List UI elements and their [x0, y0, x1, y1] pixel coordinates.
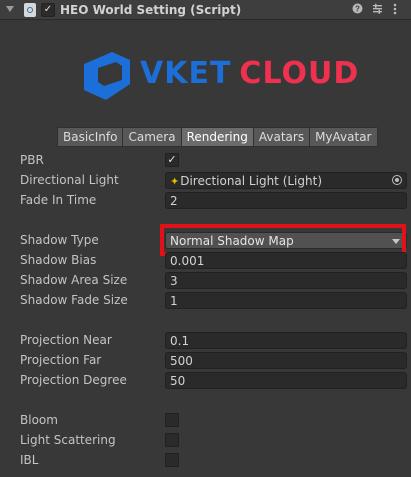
component-header: ✓ HEO World Setting (Script) ?	[0, 0, 411, 20]
fade-in-time-row: Fade In Time 2	[20, 191, 407, 211]
projection-near-label: Projection Near	[20, 333, 112, 347]
projection-far-input[interactable]: 500	[165, 352, 407, 369]
bloom-row: Bloom	[20, 411, 405, 431]
directional-light-object-field[interactable]: ✦Directional Light (Light)	[165, 172, 407, 189]
logo-text-vket: VKET	[140, 56, 232, 91]
tab-basicinfo[interactable]: BasicInfo	[57, 127, 124, 147]
directional-light-row: Directional Light ✦Directional Light (Li…	[20, 171, 407, 191]
logo-text-cloud: CLOUD	[239, 56, 360, 91]
shadow-fade-size-label: Shadow Fade Size	[20, 293, 128, 307]
shadow-fade-size-input[interactable]: 1	[165, 292, 407, 309]
shadow-bias-input[interactable]: 0.001	[165, 252, 407, 269]
projection-near-input[interactable]: 0.1	[165, 332, 407, 349]
shadow-bias-label: Shadow Bias	[20, 253, 97, 267]
ibl-row: IBL	[20, 451, 405, 471]
component-enabled-checkbox[interactable]: ✓	[41, 3, 55, 17]
shadow-fade-size-row: Shadow Fade Size 1	[20, 291, 407, 311]
projection-far-row: Projection Far 500	[20, 351, 407, 371]
tab-myavatar[interactable]: MyAvatar	[309, 127, 378, 147]
shadow-area-size-label: Shadow Area Size	[20, 273, 128, 287]
foldout-arrow-icon[interactable]	[6, 6, 14, 12]
svg-text:?: ?	[355, 5, 360, 14]
shadow-area-size-input[interactable]: 3	[165, 272, 407, 289]
light-icon: ✦	[170, 175, 180, 188]
pbr-checkbox[interactable]: ✓	[165, 153, 179, 167]
help-icon[interactable]: ?	[352, 3, 363, 17]
shadow-type-label: Shadow Type	[20, 233, 99, 247]
bloom-checkbox[interactable]	[165, 413, 179, 427]
directional-light-value: Directional Light (Light)	[180, 174, 323, 188]
ibl-checkbox[interactable]	[165, 453, 179, 467]
tab-rendering[interactable]: Rendering	[180, 127, 254, 147]
projection-near-row: Projection Near 0.1	[20, 331, 407, 351]
ibl-label: IBL	[20, 453, 39, 467]
vket-cloud-logo: VKET CLOUD	[0, 38, 411, 118]
component-title: HEO World Setting (Script)	[60, 3, 242, 17]
tab-avatars[interactable]: Avatars	[252, 127, 311, 147]
vket-cloud-mark-icon	[84, 52, 130, 100]
projection-degree-row: Projection Degree 50	[20, 371, 407, 391]
tab-camera[interactable]: Camera	[122, 127, 182, 147]
fade-in-time-label: Fade In Time	[20, 193, 97, 207]
pbr-label: PBR	[20, 153, 44, 167]
bloom-label: Bloom	[20, 413, 58, 427]
projection-far-label: Projection Far	[20, 353, 102, 367]
projection-degree-input[interactable]: 50	[165, 372, 407, 389]
object-picker-icon[interactable]	[392, 175, 402, 185]
menu-icon[interactable]	[393, 3, 397, 18]
shadow-area-size-row: Shadow Area Size 3	[20, 271, 407, 291]
light-scattering-label: Light Scattering	[20, 433, 116, 447]
pbr-row: PBR ✓	[20, 151, 405, 171]
shadow-bias-row: Shadow Bias 0.001	[20, 251, 407, 271]
projection-degree-label: Projection Degree	[20, 373, 127, 387]
light-scattering-row: Light Scattering	[20, 431, 405, 451]
light-scattering-checkbox[interactable]	[165, 433, 179, 447]
script-icon	[24, 3, 36, 17]
tab-bar: BasicInfo Camera Rendering Avatars MyAva…	[57, 127, 378, 147]
directional-light-label: Directional Light	[20, 173, 119, 187]
fade-in-time-input[interactable]: 2	[165, 192, 407, 209]
preset-icon[interactable]	[372, 3, 383, 17]
